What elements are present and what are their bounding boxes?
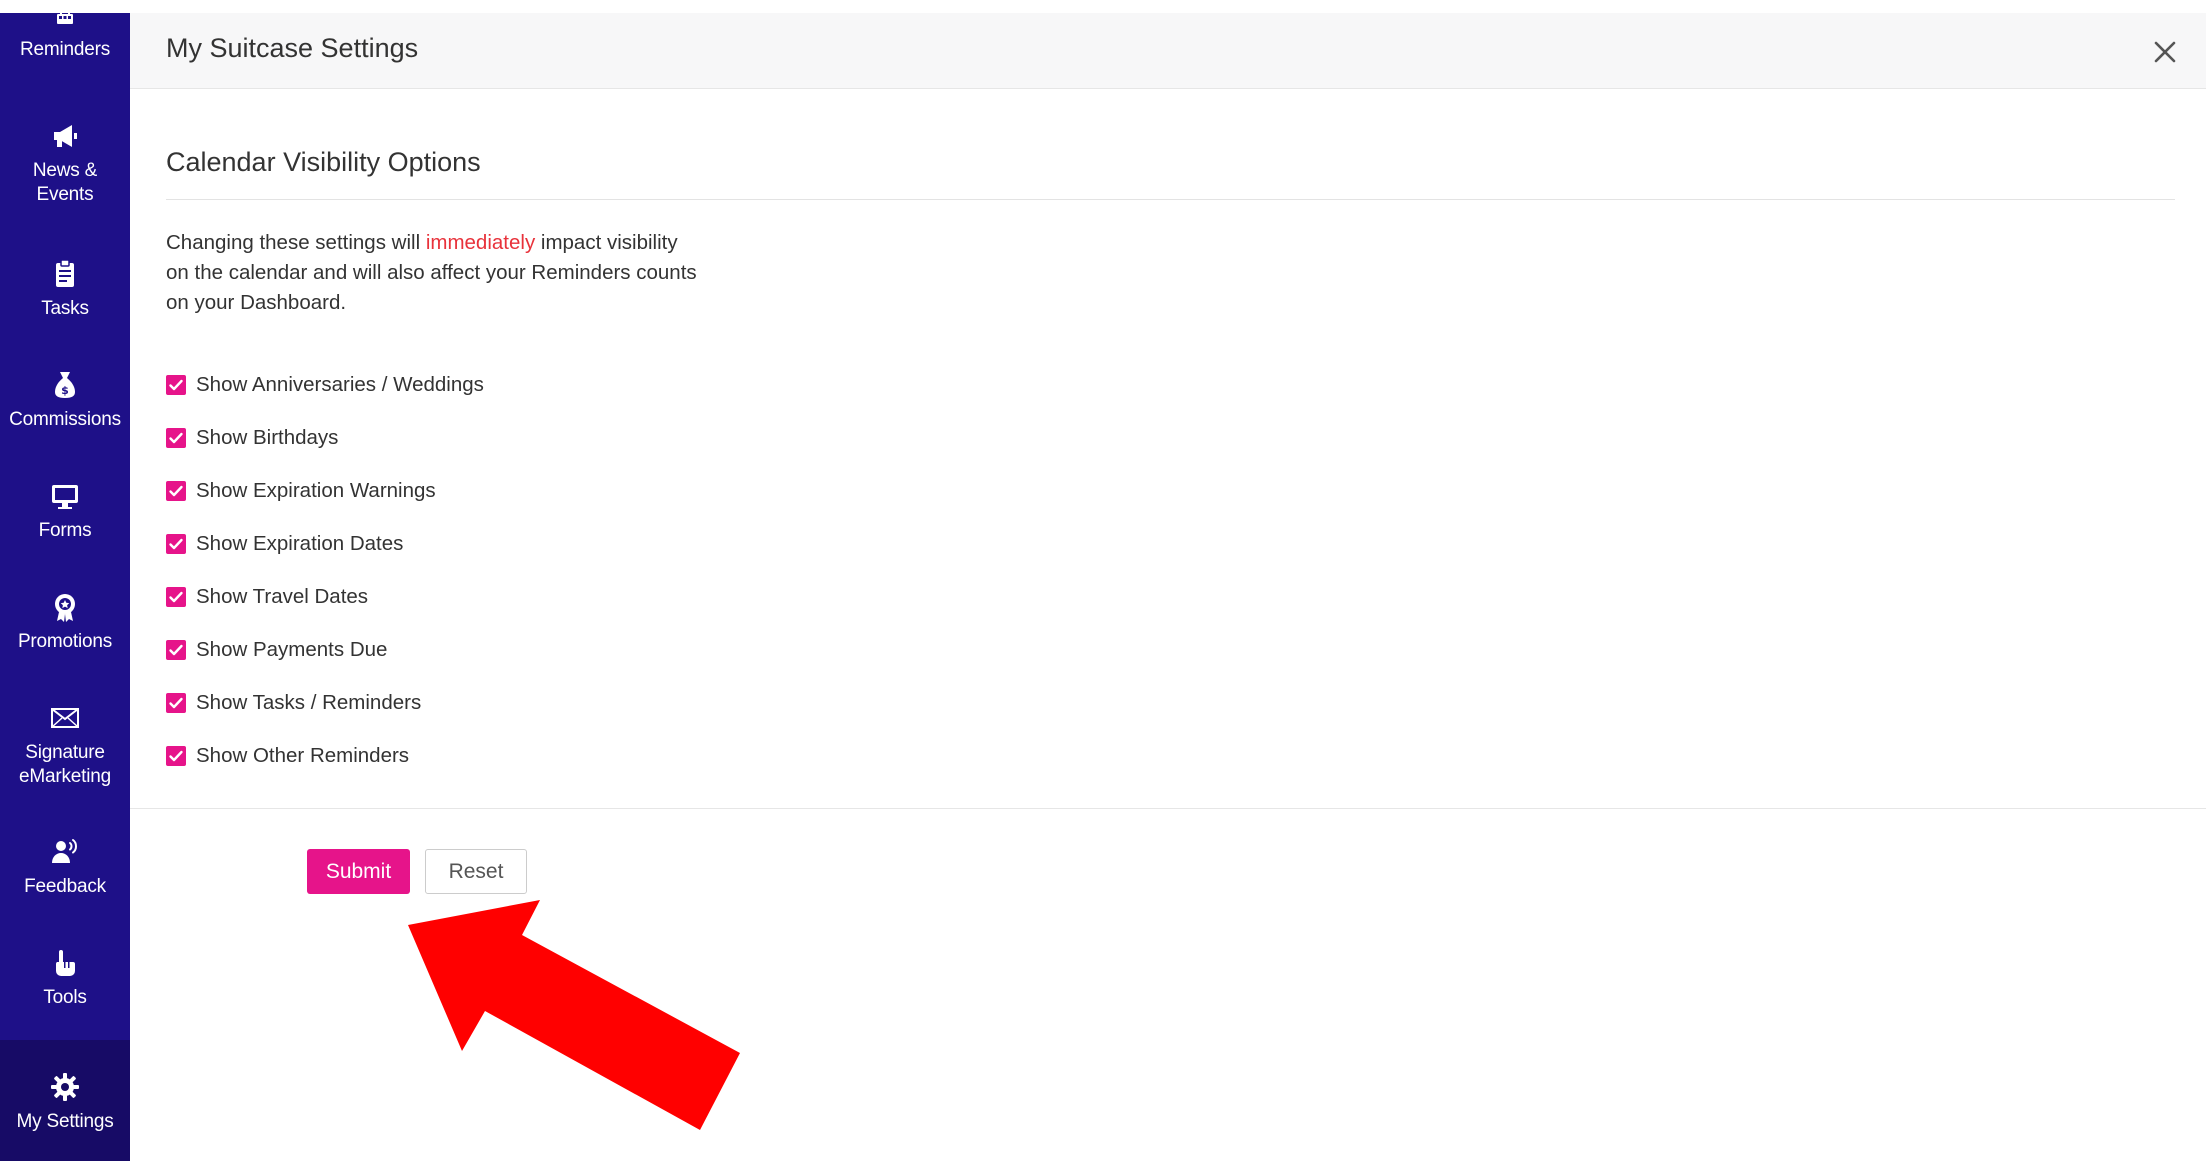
annotation-arrow-icon [408,900,740,1130]
sidebar-item-news-events[interactable]: News & Events [0,119,130,207]
checkbox-checked[interactable] [166,746,186,766]
award-icon [48,590,82,624]
sidebar-item-label: Feedback [24,876,106,897]
sidebar-item-label: My Settings [16,1111,114,1132]
sidebar-item-forms[interactable]: Forms [0,479,130,543]
sidebar-item-label: News & Events [32,160,98,205]
option-birthdays[interactable]: Show Birthdays [166,423,338,453]
checkbox-checked[interactable] [166,375,186,395]
svg-text:$: $ [61,384,69,397]
description-highlight: immediately [425,231,536,254]
money-bag-icon: $ [48,368,82,402]
sidebar-item-tools[interactable]: Tools [0,946,130,1010]
option-label: Show Other Reminders [196,744,410,767]
option-label: Show Travel Dates [196,585,369,608]
close-button[interactable] [2150,37,2180,67]
option-label: Show Anniversaries / Weddings [196,373,484,396]
sidebar-item-signature-emarketing[interactable]: Signature eMarketing [0,701,130,789]
sidebar-item-label: Signature eMarketing [19,742,111,787]
sidebar-item-label: Tasks [41,298,89,319]
speaking-person-icon [48,835,82,869]
checkbox-checked[interactable] [166,481,186,501]
divider [130,808,2206,809]
divider [166,199,2175,200]
check-icon [169,591,183,603]
page: Reminders News & Events Tasks $ Commissi… [0,0,2206,1174]
option-other-reminders[interactable]: Show Other Reminders [166,741,409,771]
sidebar-item-my-settings[interactable]: My Settings [0,1040,130,1161]
gear-icon [48,1070,82,1104]
option-travel-dates[interactable]: Show Travel Dates [166,582,368,612]
pointing-hand-icon [48,946,82,980]
option-label: Show Expiration Dates [196,532,404,555]
checkbox-checked[interactable] [166,640,186,660]
calendar-icon [48,13,82,34]
sidebar: Reminders News & Events Tasks $ Commissi… [0,13,130,1161]
check-icon [169,538,183,550]
submit-button[interactable]: Submit [307,849,410,894]
sidebar-item-promotions[interactable]: Promotions [0,590,130,654]
modal-header: My Suitcase Settings [130,13,2206,89]
sidebar-item-label: Promotions [17,631,113,652]
checkbox-checked[interactable] [166,693,186,713]
option-label: Show Payments Due [196,638,388,661]
description-part: Changing these settings will [166,231,426,254]
checkbox-checked[interactable] [166,587,186,607]
check-icon [169,485,183,497]
check-icon [169,379,183,391]
checkbox-checked[interactable] [166,534,186,554]
description-text: Changing these settings will immediately… [166,228,706,318]
option-expiration-warnings[interactable]: Show Expiration Warnings [166,476,436,506]
sidebar-item-tasks[interactable]: Tasks [0,257,130,321]
option-label: Show Birthdays [196,426,339,449]
reset-button[interactable]: Reset [425,849,527,894]
option-tasks-reminders[interactable]: Show Tasks / Reminders [166,688,421,718]
sidebar-item-feedback[interactable]: Feedback [0,835,130,899]
close-icon [2154,41,2176,63]
clipboard-icon [48,257,82,291]
check-icon [169,432,183,444]
sidebar-item-label: Forms [38,520,92,541]
section-title: Calendar Visibility Options [166,147,481,177]
envelope-icon [48,701,82,735]
option-label: Show Expiration Warnings [196,479,436,502]
check-icon [169,644,183,656]
option-payments-due[interactable]: Show Payments Due [166,635,387,665]
monitor-icon [48,479,82,513]
checkbox-checked[interactable] [166,428,186,448]
megaphone-icon [48,119,82,153]
sidebar-item-label: Reminders [19,39,111,60]
sidebar-item-label: Tools [43,987,87,1008]
sidebar-item-reminders[interactable]: Reminders [0,13,130,100]
check-icon [169,750,183,762]
sidebar-item-label: Commissions [9,409,121,430]
option-anniversaries-weddings[interactable]: Show Anniversaries / Weddings [166,370,484,400]
page-title: My Suitcase Settings [166,33,419,63]
check-icon [169,697,183,709]
option-label: Show Tasks / Reminders [196,691,422,714]
option-expiration-dates[interactable]: Show Expiration Dates [166,529,403,559]
sidebar-item-commissions[interactable]: $ Commissions [0,368,130,432]
